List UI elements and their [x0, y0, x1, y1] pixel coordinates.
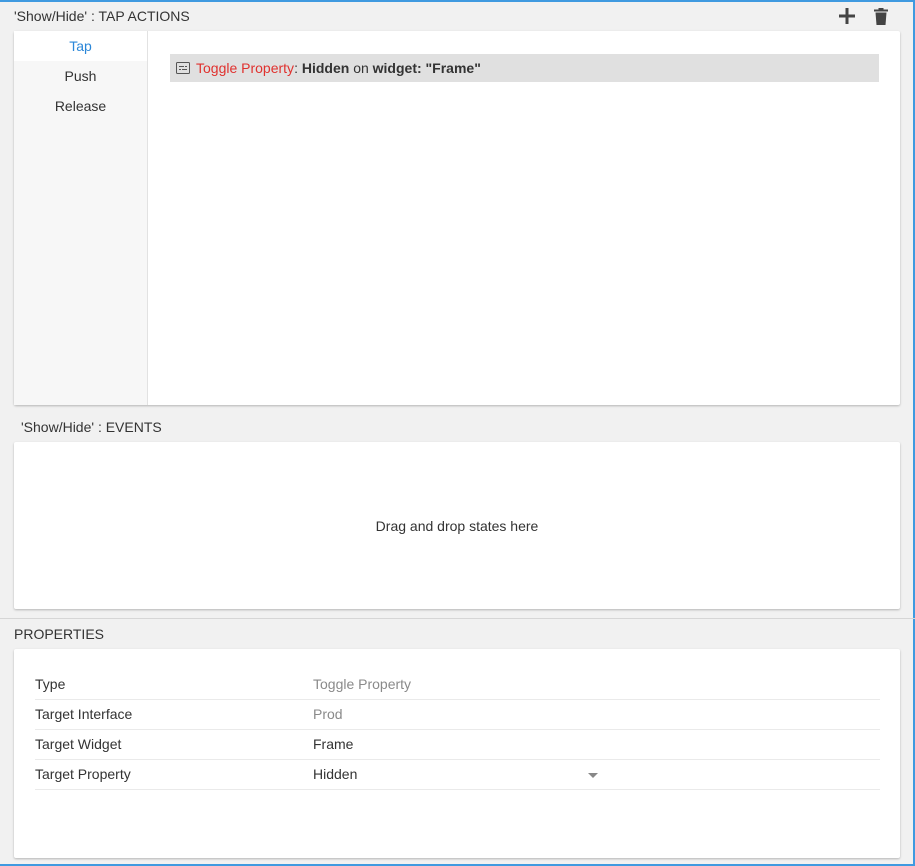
property-value: Prod	[313, 706, 343, 722]
tab-tap[interactable]: Tap	[14, 31, 147, 61]
property-row-target-widget: Target Widget Frame	[35, 730, 880, 760]
action-item[interactable]: Toggle Property: Hidden on widget: "Fram…	[170, 54, 879, 82]
trash-icon[interactable]	[871, 6, 891, 26]
select-value: Hidden	[313, 766, 358, 782]
tap-actions-title: 'Show/Hide' : TAP ACTIONS	[14, 8, 190, 24]
property-label: Type	[35, 676, 66, 692]
tab-release[interactable]: Release	[14, 91, 147, 121]
tab-push[interactable]: Push	[14, 61, 147, 91]
tap-actions-toolbar	[837, 6, 891, 26]
plus-icon[interactable]	[837, 6, 857, 26]
property-row-target-interface: Target Interface Prod	[35, 700, 880, 730]
action-colon: :	[294, 60, 298, 76]
property-row-target-property: Target Property Hidden	[35, 760, 880, 790]
action-widget-name: "Frame"	[425, 60, 481, 76]
property-label: Target Property	[35, 766, 131, 782]
property-label: Target Widget	[35, 736, 122, 752]
properties-title: PROPERTIES	[14, 626, 104, 642]
action-property: Hidden	[301, 60, 350, 76]
events-title: 'Show/Hide' : EVENTS	[21, 419, 162, 435]
section-divider	[0, 618, 915, 619]
action-tabs: Tap Push Release	[14, 31, 148, 405]
target-property-select[interactable]: Hidden	[313, 760, 598, 789]
toggle-property-icon	[176, 62, 190, 74]
property-value: Toggle Property	[313, 676, 412, 692]
property-row-type: Type Toggle Property	[35, 670, 880, 700]
property-label: Target Interface	[35, 706, 133, 722]
window-top-border	[0, 0, 915, 2]
events-drop-zone[interactable]: Drag and drop states here	[14, 442, 900, 609]
tap-actions-panel: Tap Push Release Toggle Property: Hidden…	[14, 31, 900, 405]
properties-panel: Type Toggle Property Target Interface Pr…	[14, 649, 900, 858]
action-widget-prefix: widget:	[372, 60, 422, 76]
chevron-down-icon	[588, 773, 598, 778]
action-on: on	[353, 60, 369, 76]
action-type: Toggle Property	[196, 60, 295, 76]
events-placeholder: Drag and drop states here	[375, 518, 539, 534]
property-value[interactable]: Frame	[313, 736, 353, 752]
